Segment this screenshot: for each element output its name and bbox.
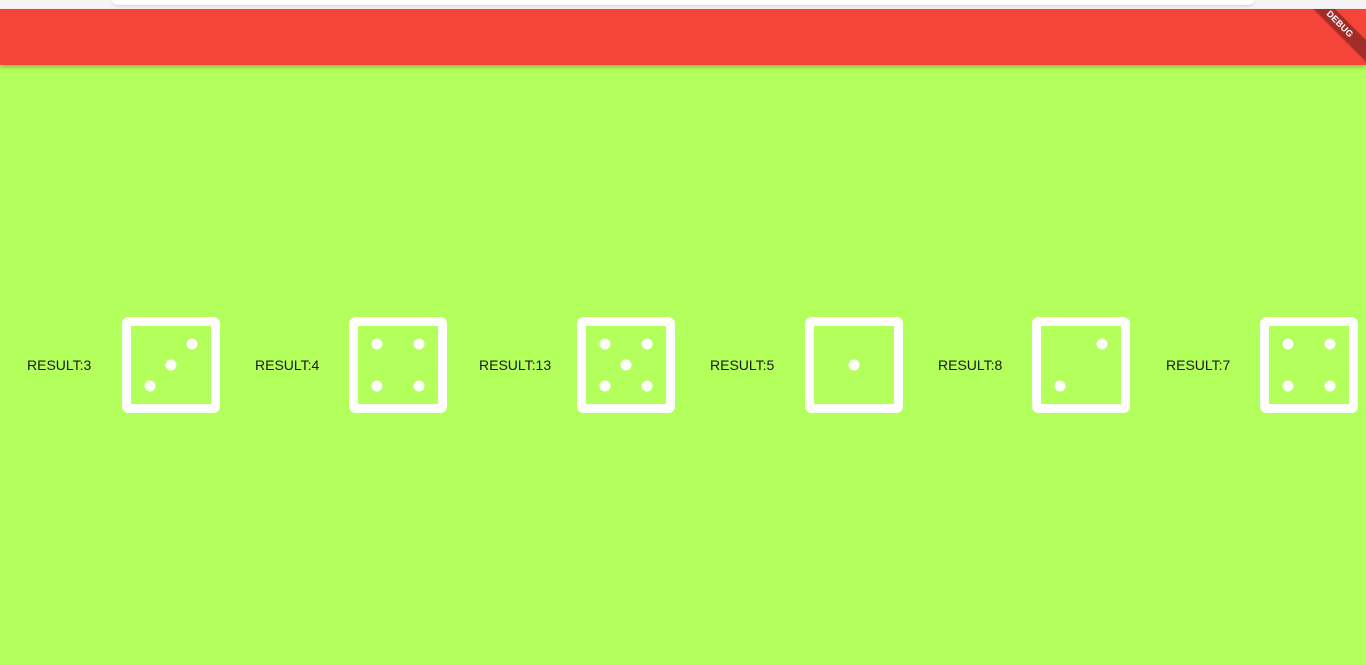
result-label: RESULT:4 <box>255 357 320 373</box>
dice-pip <box>1324 380 1336 392</box>
dice-pip <box>371 338 383 350</box>
dice-row: RESULT:3 RESULT:4 RESULT:13 RESULT:5 RES… <box>0 317 1366 413</box>
dice-pip <box>599 338 611 350</box>
result-label: RESULT:8 <box>938 357 1003 373</box>
result-label: RESULT:13 <box>479 357 552 373</box>
dice-border <box>349 317 447 413</box>
dice-face-4-icon[interactable] <box>1260 317 1358 413</box>
dice-pip <box>599 380 611 392</box>
dice-pip <box>641 338 653 350</box>
dice-pip <box>186 338 198 350</box>
result-label: RESULT:3 <box>27 357 92 373</box>
dice-pip <box>413 380 425 392</box>
dice-face-3-icon[interactable] <box>122 317 220 413</box>
dice-pip <box>1282 338 1294 350</box>
dice-pip <box>641 380 653 392</box>
dice-pip <box>413 338 425 350</box>
dice-pip <box>620 359 632 371</box>
dice-face-4-icon[interactable] <box>349 317 447 413</box>
dice-pip <box>1054 380 1066 392</box>
dice-pip <box>848 359 860 371</box>
dice-face-2-icon[interactable] <box>1032 317 1130 413</box>
result-label: RESULT:7 <box>1166 357 1231 373</box>
browser-top-strip <box>0 0 1366 9</box>
dice-border <box>1260 317 1358 413</box>
dice-face-5-icon[interactable] <box>577 317 675 413</box>
dice-pip <box>144 380 156 392</box>
dice-pip <box>371 380 383 392</box>
debug-banner: DEBUG <box>1292 9 1366 65</box>
address-bar-edge[interactable] <box>112 0 1254 5</box>
dice-pip <box>1282 380 1294 392</box>
dice-border <box>1032 317 1130 413</box>
dice-pip <box>1096 338 1108 350</box>
dice-face-1-icon[interactable] <box>805 317 903 413</box>
dice-pip <box>165 359 177 371</box>
result-label: RESULT:5 <box>710 357 775 373</box>
dice-pip <box>1324 338 1336 350</box>
app-bar: DEBUG <box>0 9 1366 65</box>
